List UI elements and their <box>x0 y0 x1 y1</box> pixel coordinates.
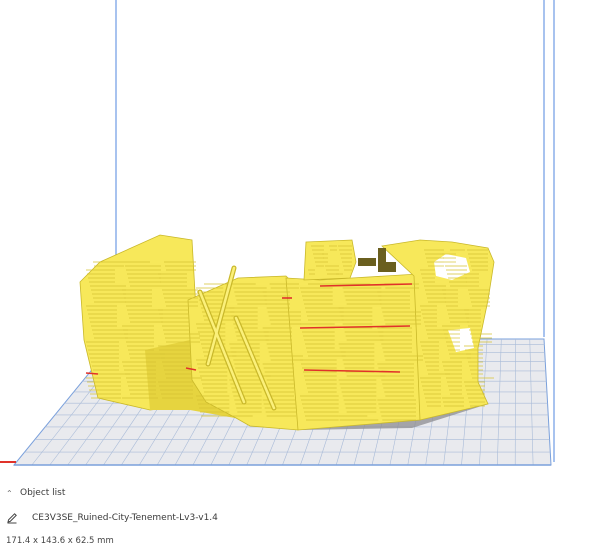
object-list-toggle[interactable]: ⌃ Object list <box>6 488 65 498</box>
chevron-up-icon: ⌃ <box>6 488 13 498</box>
pencil-icon[interactable] <box>6 512 22 524</box>
3d-viewport[interactable] <box>0 0 600 480</box>
object-info-panel: ⌃ Object list CE3V3SE_Ruined-City-Teneme… <box>0 480 600 550</box>
object-dimensions: 171.4 x 143.6 x 62.5 mm <box>6 536 114 546</box>
model-ruined-city-tenement[interactable] <box>79 234 495 431</box>
dimensions-text: 171.4 x 143.6 x 62.5 mm <box>6 536 114 546</box>
scene-canvas[interactable] <box>0 0 600 480</box>
object-list-item[interactable]: CE3V3SE_Ruined-City-Tenement-Lv3-v1.4 <box>6 512 218 524</box>
object-name: CE3V3SE_Ruined-City-Tenement-Lv3-v1.4 <box>32 513 218 523</box>
object-list-label: Object list <box>20 488 66 498</box>
